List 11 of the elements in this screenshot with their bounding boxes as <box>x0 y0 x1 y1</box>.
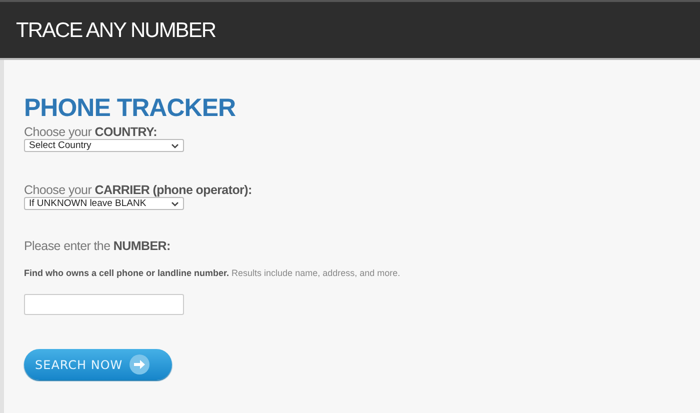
dropdown-select[interactable]: If UNKNOWN leave BLANK <box>24 197 184 210</box>
dropdown-select[interactable]: Select Country <box>24 139 184 152</box>
caret-icon <box>171 200 179 206</box>
number-input[interactable] <box>24 294 184 315</box>
carrier-label: Choose your CARRIER (phone operator): <box>24 183 252 197</box>
description-text: Find who owns a cell phone or landline number. Results include name, address, and more. <box>24 268 400 278</box>
number-label: Please enter the NUMBER: <box>24 239 170 253</box>
caret-icon <box>171 142 179 148</box>
site-title: TRACE ANY NUMBER <box>15 18 216 43</box>
page-heading: PHONE TRACKER <box>24 94 236 123</box>
country-label: Choose your COUNTRY: <box>24 125 157 139</box>
